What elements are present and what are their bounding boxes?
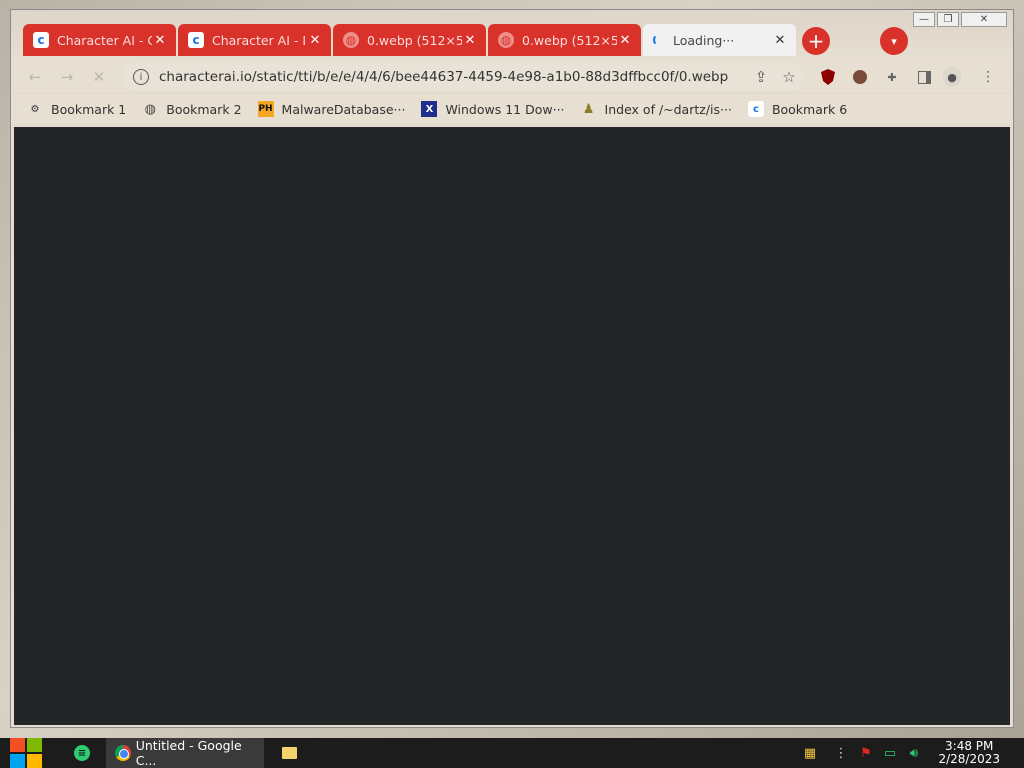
- site-info-icon[interactable]: i: [133, 69, 149, 85]
- tray-overflow-icon[interactable]: ⋮: [834, 738, 848, 768]
- bookmark-label: MalwareDatabase···: [281, 101, 406, 117]
- clock-date: 2/28/2023: [938, 752, 1000, 766]
- page-content-area[interactable]: [14, 127, 1010, 725]
- taskbar-app-label: Untitled - Google C...: [135, 738, 242, 768]
- bookmark-item[interactable]: X Windows 11 Dow···: [421, 101, 565, 117]
- bookmark-item[interactable]: ♟ Index of /~dartz/is···: [581, 101, 732, 117]
- gear-icon: ⚙: [30, 103, 40, 115]
- character-ai-icon: c: [33, 32, 49, 48]
- bookmarks-bar: ⚙ Bookmark 1 ◍ Bookmark 2 PH MalwareData…: [11, 94, 1013, 124]
- tab-search-button[interactable]: ▾: [880, 27, 908, 55]
- profile-avatar-icon[interactable]: ●: [943, 67, 961, 87]
- people-icon: ♟: [582, 101, 595, 117]
- tab[interactable]: ◍ 0.webp (512×5 ✕: [333, 24, 486, 56]
- chrome-icon: [115, 745, 131, 761]
- tab[interactable]: ◍ 0.webp (512×5 ✕: [488, 24, 641, 56]
- bookmark-item[interactable]: c Bookmark 6: [747, 101, 848, 117]
- file-explorer-icon[interactable]: [280, 738, 298, 768]
- globe-icon: ◍: [343, 32, 359, 48]
- close-window-button[interactable]: ✕: [961, 12, 1007, 27]
- new-tab-button[interactable]: +: [802, 27, 830, 55]
- close-tab-icon[interactable]: ✕: [772, 33, 788, 48]
- close-tab-icon[interactable]: ✕: [152, 33, 168, 48]
- address-bar[interactable]: i characterai.io/static/tti/b/e/e/4/4/6/…: [123, 63, 803, 91]
- x-icon: X: [421, 101, 438, 117]
- bookmark-label: Index of /~dartz/is···: [604, 101, 732, 117]
- ph-icon: PH: [257, 101, 274, 117]
- close-tab-icon[interactable]: ✕: [462, 33, 478, 48]
- tab[interactable]: c Character AI - I ✕: [178, 24, 331, 56]
- bookmark-label: Bookmark 1: [51, 101, 127, 117]
- share-icon[interactable]: ⇪: [747, 68, 775, 86]
- toolbar: ← → ✕ i characterai.io/static/tti/b/e/e/…: [11, 62, 1013, 92]
- flag-icon[interactable]: ⚑: [856, 738, 876, 768]
- address-text[interactable]: characterai.io/static/tti/b/e/e/4/4/6/be…: [159, 69, 747, 85]
- browser-window: — ❐ ✕ c Character AI - C ✕ c Character A…: [10, 9, 1014, 728]
- tab-strip: — ❐ ✕ c Character AI - C ✕ c Character A…: [11, 10, 1013, 62]
- globe-icon: ◍: [498, 32, 514, 48]
- start-button[interactable]: [10, 738, 44, 768]
- network-icon[interactable]: ▭: [880, 738, 900, 768]
- back-button[interactable]: ←: [25, 67, 45, 87]
- close-tab-icon[interactable]: ✕: [307, 33, 323, 48]
- tab-title: 0.webp (512×5: [522, 32, 617, 48]
- character-ai-icon: c: [188, 32, 204, 48]
- bookmark-label: Bookmark 6: [771, 101, 848, 117]
- tab-title: 0.webp (512×5: [367, 32, 462, 48]
- forward-button[interactable]: →: [57, 67, 77, 87]
- bookmark-item[interactable]: ⚙ Bookmark 1: [27, 101, 127, 117]
- tab[interactable]: c Character AI - C ✕: [23, 24, 176, 56]
- volume-icon[interactable]: 🔊︎: [904, 738, 924, 768]
- system-clock[interactable]: 3:48 PM 2/28/2023: [938, 740, 1000, 766]
- window-controls: — ❐ ✕: [913, 12, 1007, 27]
- taskbar-chrome-button[interactable]: Untitled - Google C...: [106, 738, 264, 768]
- profile-extension-icon[interactable]: [851, 68, 869, 86]
- keyboard-icon[interactable]: ▦: [800, 738, 820, 768]
- tab-title: Character AI - C: [57, 32, 152, 48]
- stop-loading-button[interactable]: ✕: [89, 67, 109, 87]
- maximize-button[interactable]: ❐: [937, 12, 959, 27]
- tab-list: c Character AI - C ✕ c Character AI - I …: [23, 24, 798, 56]
- loading-spinner-icon: [653, 34, 665, 46]
- tab-active[interactable]: Loading··· ✕: [643, 24, 796, 56]
- tab-title: Loading···: [673, 32, 735, 48]
- menu-icon[interactable]: ⋮: [979, 68, 997, 86]
- bookmark-item[interactable]: ◍ Bookmark 2: [142, 101, 242, 117]
- globe-icon: ◍: [144, 101, 156, 117]
- extensions-puzzle-icon[interactable]: ✚: [883, 68, 901, 86]
- side-panel-icon[interactable]: [915, 68, 933, 86]
- close-tab-icon[interactable]: ✕: [617, 33, 633, 48]
- character-ai-icon: c: [747, 101, 764, 117]
- bookmark-star-icon[interactable]: ☆: [775, 68, 803, 86]
- minimize-button[interactable]: —: [913, 12, 935, 27]
- bookmark-label: Bookmark 2: [166, 101, 242, 117]
- chat-app-icon[interactable]: ≡: [72, 738, 92, 768]
- ublock-extension-icon[interactable]: [819, 68, 837, 86]
- bookmark-label: Windows 11 Dow···: [445, 101, 565, 117]
- tab-title: Character AI - I: [212, 32, 307, 48]
- bookmark-item[interactable]: PH MalwareDatabase···: [257, 101, 406, 117]
- taskbar: ≡ Untitled - Google C... ▦ ⋮ ⚑ ▭ 🔊︎ 3:48…: [0, 738, 1024, 768]
